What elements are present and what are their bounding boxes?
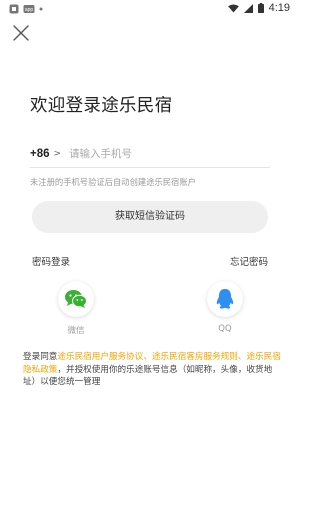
status-system: 4:19 <box>227 2 290 14</box>
qq-icon <box>216 289 234 309</box>
signal-icon <box>243 3 253 13</box>
status-bar: app 4:19 <box>0 0 300 18</box>
phone-field-row: +86 > <box>30 140 270 168</box>
close-button[interactable] <box>10 22 32 44</box>
agreement-prefix: 登录同意 <box>23 352 58 362</box>
svg-text:app: app <box>25 7 34 13</box>
qq-label: QQ <box>218 324 232 334</box>
user-agreement-link[interactable]: 途乐民宿用户服务协议、 <box>57 352 152 362</box>
qq-icon-circle <box>207 281 243 317</box>
wechat-icon <box>65 290 87 308</box>
register-hint: 未注册的手机号验证后自动创建途乐民宿账户 <box>30 177 196 187</box>
close-icon <box>13 25 29 41</box>
dot-icon <box>39 7 43 11</box>
phone-input[interactable] <box>69 147 240 160</box>
qq-login-button[interactable]: QQ <box>205 281 245 334</box>
page-title: 欢迎登录途乐民宿 <box>30 96 173 116</box>
wifi-icon <box>227 3 239 13</box>
host-rules-link[interactable]: 途乐民宿客房服务规则、 <box>152 352 247 362</box>
wechat-icon-circle <box>58 281 94 317</box>
forgot-password-link[interactable]: 忘记密码 <box>230 254 268 268</box>
agreement-suffix: ，并授权使用你的乐途账号信息（如昵称，头像，收货地址）以便您统一管理 <box>23 364 273 388</box>
status-notifications: app <box>9 4 43 14</box>
notification-app-icon <box>9 4 19 14</box>
wechat-label: 微信 <box>67 326 85 336</box>
status-time: 4:19 <box>268 2 290 14</box>
password-login-link[interactable]: 密码登录 <box>32 254 70 268</box>
agreement-text: 登录同意途乐民宿用户服务协议、途乐民宿客房服务规则、途乐民宿隐私政策，并授权使用… <box>23 351 285 389</box>
chevron-right-icon[interactable]: > <box>54 149 62 159</box>
country-code-selector[interactable]: +86 <box>30 148 50 160</box>
battery-icon <box>257 3 264 13</box>
wechat-login-button[interactable]: 微信 <box>56 281 96 336</box>
notification-app-icon: app <box>23 5 35 13</box>
get-sms-code-button[interactable]: 获取短信验证码 <box>32 201 268 233</box>
